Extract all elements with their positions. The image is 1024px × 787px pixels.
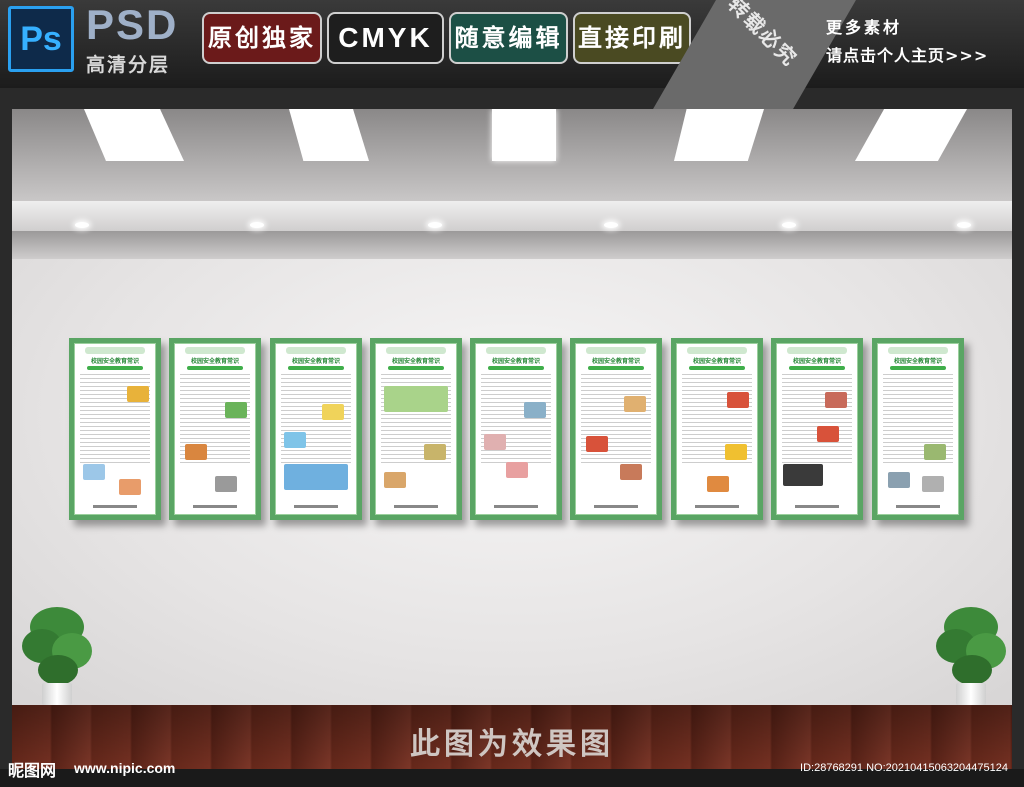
ceiling-light [492, 109, 556, 161]
more-materials-label[interactable]: 更多素材 [826, 14, 902, 38]
potted-plant-right [936, 599, 1006, 709]
site-name: 昵图网 [8, 761, 57, 780]
tag-cmyk: CMYK [327, 12, 444, 64]
psd-title: PSD [86, 1, 179, 48]
board-title: 校园安全教育常识 [491, 358, 540, 365]
homepage-link[interactable]: 请点击个人主页>>> [826, 42, 988, 66]
board-title: 校园安全教育常识 [591, 358, 640, 365]
tag-editable: 随意编辑 [449, 12, 568, 64]
photoshop-logo-icon: Ps [8, 6, 74, 72]
safety-board: 校园安全教育常识 [270, 338, 362, 520]
corridor-scene: 校园安全教育常识 校园安全教育常识 校园安全教育常识 校园安全教育常识 校园安全… [12, 109, 1012, 769]
board-title: 校园安全教育常识 [291, 358, 340, 365]
safety-board: 校园安全教育常识 [470, 338, 562, 520]
spotlight [75, 222, 89, 228]
top-banner: Ps PSD 高清分层 原创独家 CMYK 随意编辑 直接印刷 转载必究 更多素… [0, 0, 1024, 120]
safety-board: 校园安全教育常识 [169, 338, 261, 520]
safety-board: 校园安全教育常识 [570, 338, 662, 520]
site-url[interactable]: www.nipic.com [74, 760, 175, 776]
board-title: 校园安全教育常识 [90, 358, 139, 365]
spotlight [428, 222, 442, 228]
image-id: ID:28768291 NO:20210415063204475124 [800, 762, 1008, 774]
psd-subtitle: 高清分层 [86, 54, 171, 76]
board-title: 校园安全教育常识 [391, 358, 440, 365]
safety-board: 校园安全教育常识 [771, 338, 863, 520]
board-title: 校园安全教育常识 [190, 358, 239, 365]
spotlight [250, 222, 264, 228]
potted-plant-left [22, 599, 92, 709]
board-title: 校园安全教育常识 [893, 358, 942, 365]
effect-caption: 此图为效果图 [410, 727, 614, 762]
ceiling-beam [12, 201, 1012, 231]
safety-board: 校园安全教育常识 [671, 338, 763, 520]
tag-original: 原创独家 [202, 12, 322, 64]
safety-board: 校园安全教育常识 [370, 338, 462, 520]
ceiling-soffit [12, 231, 1012, 259]
board-title: 校园安全教育常识 [792, 358, 841, 365]
tag-print: 直接印刷 [573, 12, 691, 64]
safety-board: 校园安全教育常识 [872, 338, 964, 520]
spotlight [957, 222, 971, 228]
spotlight [782, 222, 796, 228]
board-title: 校园安全教育常识 [692, 358, 741, 365]
safety-board: 校园安全教育常识 [69, 338, 161, 520]
spotlight [604, 222, 618, 228]
